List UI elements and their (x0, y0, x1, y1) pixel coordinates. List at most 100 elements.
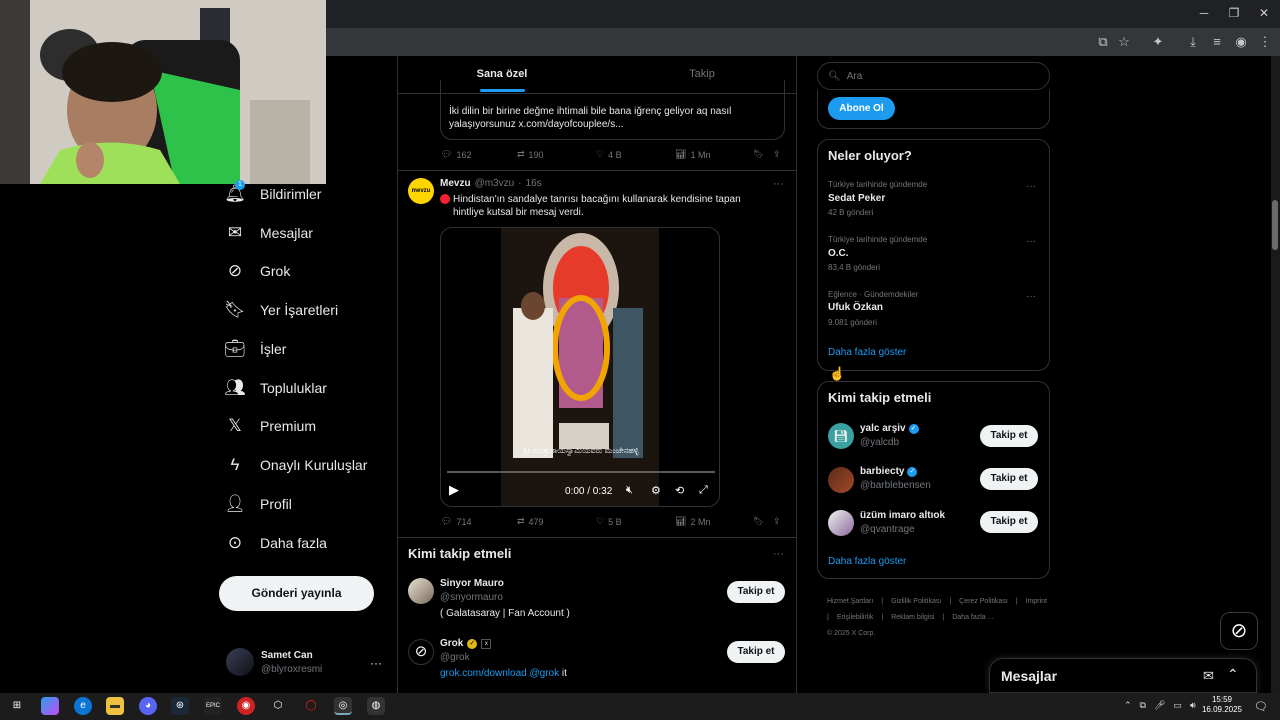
minimize-icon[interactable]: ─ (1194, 4, 1214, 22)
trends-show-more[interactable]: Daha fazla göster (828, 347, 906, 358)
scrollbar-thumb[interactable] (1272, 200, 1278, 250)
nav-premium[interactable]: 𝕏 Premium (224, 409, 394, 443)
side-follow-show-more[interactable]: Daha fazla göster (828, 556, 906, 567)
bookmark-button[interactable]: 🔖︎ (753, 149, 764, 160)
avatar[interactable] (408, 578, 434, 604)
account-menu-icon[interactable]: ··· (370, 656, 382, 670)
fullscreen-icon[interactable]: ⤢ (699, 484, 708, 497)
follow-button[interactable]: Takip et (980, 511, 1038, 533)
retweet-button[interactable]: ⇄ 190 (517, 149, 544, 160)
menu-icon[interactable]: ⋮ (1256, 33, 1274, 51)
share-button[interactable]: ⇪ (773, 516, 781, 527)
views-button[interactable]: 📊︎ 1 Mn (675, 149, 710, 160)
discord-icon[interactable]: ◕ (139, 697, 157, 715)
page-scrollbar[interactable] (1271, 56, 1280, 693)
like-button[interactable]: ♡ 5 B (596, 516, 622, 527)
nav-jobs[interactable]: 💼︎ İşler (224, 332, 394, 366)
nav-profile[interactable]: 👤︎ Profil (224, 487, 394, 521)
opera-icon[interactable]: ◯ (302, 697, 320, 715)
video-player[interactable]: ಶ್ರೀ ಮುತ್ತುರಾಯಸ್ವಾಮಿಯವರು ಮಂಜೇನಹಳ್ಳಿ ▶ 0:… (440, 227, 720, 507)
new-message-icon[interactable]: ✉ (1203, 668, 1214, 684)
media-icon[interactable]: ≡ (1208, 33, 1226, 51)
volume-icon[interactable]: 🔊︎ (1190, 700, 1196, 711)
avatar[interactable] (226, 648, 254, 676)
trend-name[interactable]: O.C. (828, 248, 849, 259)
follow-name[interactable]: üzüm imaro altıok (860, 510, 945, 521)
epic-games-icon[interactable]: EPIC (204, 697, 222, 715)
follow-name[interactable]: barbiecty (860, 466, 904, 477)
tweet-more-icon[interactable]: ··· (773, 178, 784, 190)
network-icon[interactable]: ▭ (1173, 700, 1182, 711)
grok-logo-icon[interactable]: ⊘ (408, 639, 434, 665)
app-red-icon[interactable]: ◉ (237, 697, 255, 715)
nav-more[interactable]: ⊙ Daha fazla (224, 526, 394, 560)
footer-link[interactable]: Gizlilik Politikası (891, 594, 941, 610)
download-icon[interactable]: ⤓ (1184, 33, 1202, 51)
trend-more-icon[interactable]: ··· (1026, 291, 1036, 302)
bio-link[interactable]: grok.com/download @grok (440, 668, 559, 679)
profile-icon[interactable]: ◉ (1232, 33, 1250, 51)
trend-more-icon[interactable]: ··· (1026, 181, 1036, 192)
subscribe-button[interactable]: Abone Ol (828, 97, 895, 120)
trend-name[interactable]: Sedat Peker (828, 193, 885, 204)
footer-link[interactable]: Hizmet Şartları (827, 594, 873, 610)
expand-icon[interactable]: ⌃ (1227, 666, 1239, 683)
like-button[interactable]: ♡ 4 B (596, 149, 622, 160)
grok-floating-button[interactable]: ⊘ (1220, 612, 1258, 650)
close-icon[interactable]: ✕ (1254, 4, 1274, 22)
trend-more-icon[interactable]: ··· (1026, 236, 1036, 247)
settings-icon[interactable]: ⚙ (651, 484, 661, 497)
follow-button[interactable]: Takip et (980, 468, 1038, 490)
tray-app-icon[interactable]: ⧉ (1140, 700, 1146, 711)
views-button[interactable]: 📊︎ 2 Mn (675, 516, 710, 527)
restore-icon[interactable]: ❐ (1224, 4, 1244, 22)
loop-icon[interactable]: ⟲ (675, 484, 684, 497)
extensions-icon[interactable]: ✦ (1149, 33, 1167, 51)
nav-bookmarks[interactable]: 🔖︎ Yer İşaretleri (224, 293, 394, 327)
search-box[interactable]: 🔍︎ (817, 62, 1050, 90)
retweet-button[interactable]: ⇄ 479 (517, 516, 544, 527)
author-avatar[interactable]: mevzu (408, 178, 434, 204)
nav-notifications[interactable]: 🔔︎ 1 Bildirimler (224, 177, 394, 211)
nav-messages[interactable]: ✉ Mesajlar (224, 216, 394, 250)
follow-button[interactable]: Takip et (727, 641, 785, 663)
reply-button[interactable]: 💬︎ 162 (441, 149, 471, 160)
nav-verified-orgs[interactable]: ϟ Onaylı Kuruluşlar (224, 448, 394, 482)
author-name[interactable]: Mevzu (440, 178, 471, 189)
nav-communities[interactable]: 👥︎ Topluluklar (224, 371, 394, 405)
file-explorer-icon[interactable]: ▬ (106, 697, 124, 715)
reply-button[interactable]: 💬︎ 714 (441, 516, 471, 527)
install-app-icon[interactable]: ⧉ (1094, 33, 1112, 51)
edge-icon[interactable]: e (74, 697, 92, 715)
follow-name[interactable]: Grok (440, 638, 463, 649)
follow-name[interactable]: Sinyor Mauro (440, 578, 504, 589)
tweet-time[interactable]: 16s (526, 178, 542, 189)
video-progress-bar[interactable] (447, 471, 715, 473)
footer-link[interactable]: Reklam bilgisi (891, 610, 934, 626)
clock[interactable]: 15:59 16.09.2025 (1196, 695, 1248, 715)
system-tray[interactable]: ⌃ ⧉ 🎤︎ ▭ 🔊︎ (1124, 700, 1196, 711)
play-icon[interactable]: ▶ (449, 482, 459, 498)
footer-link[interactable]: Imprint (1026, 594, 1047, 610)
search-input[interactable] (846, 70, 1027, 82)
follow-name[interactable]: yalc arşiv (860, 423, 906, 434)
app-hex-icon[interactable]: ⬡ (269, 697, 287, 715)
steam-icon[interactable]: ⊛ (171, 697, 189, 715)
obs-icon[interactable]: ◍ (367, 697, 385, 715)
copilot-icon[interactable] (41, 697, 59, 715)
trend-name[interactable]: Ufuk Özkan (828, 302, 883, 313)
windows-start-icon[interactable]: ⊞ (8, 697, 26, 715)
nav-grok[interactable]: ⊘ Grok (224, 254, 394, 288)
post-button[interactable]: Gönderi yayınla (219, 576, 374, 611)
section-more-icon[interactable]: ··· (773, 548, 784, 560)
footer-link[interactable]: Erişilebilirlik (837, 610, 874, 626)
tray-chevron-icon[interactable]: ⌃ (1124, 700, 1132, 711)
avatar[interactable]: 💾︎ (828, 423, 854, 449)
microphone-icon[interactable]: 🎤︎ (1154, 700, 1165, 711)
avatar[interactable] (828, 467, 854, 493)
footer-link[interactable]: Daha fazla ... (952, 610, 993, 626)
follow-button[interactable]: Takip et (980, 425, 1038, 447)
follow-button[interactable]: Takip et (727, 581, 785, 603)
bookmark-button[interactable]: 🔖︎ (753, 516, 764, 527)
chrome-icon[interactable]: ◎ (334, 697, 352, 715)
